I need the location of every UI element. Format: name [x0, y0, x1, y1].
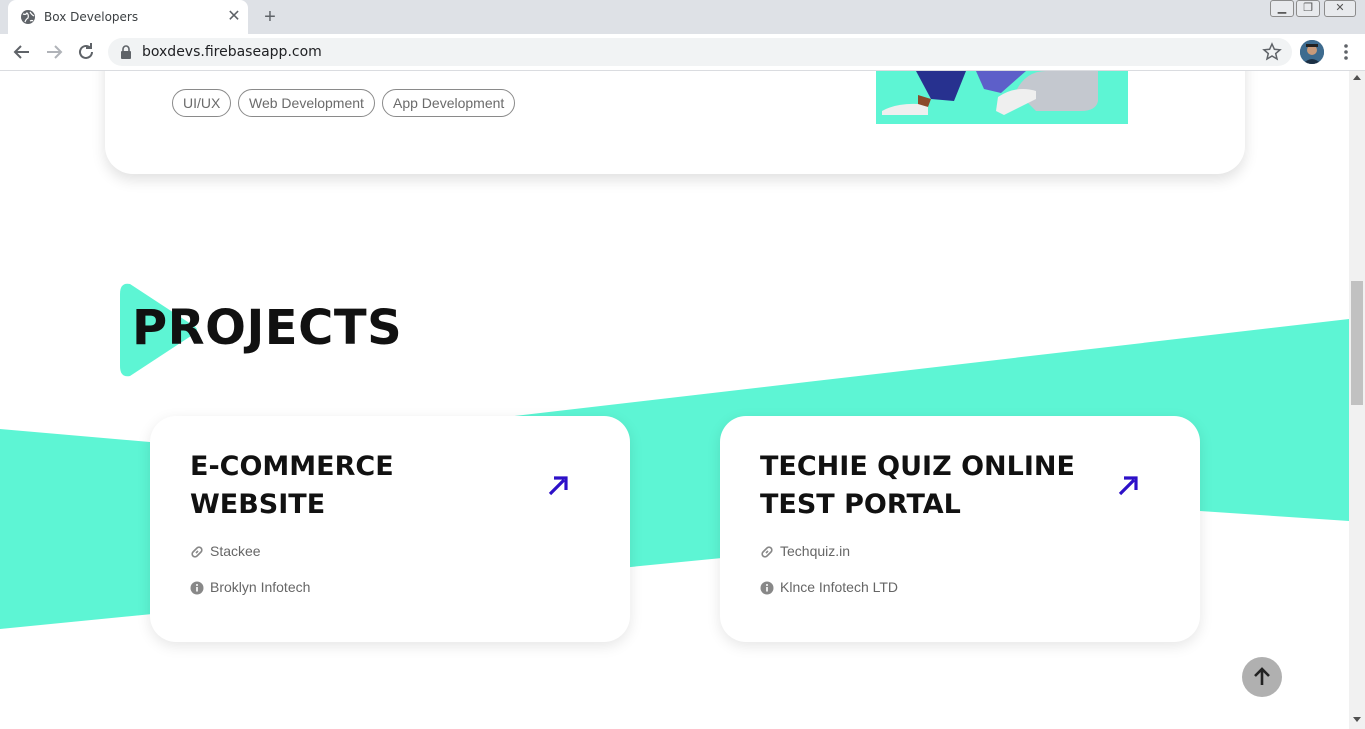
scrollbar-thumb[interactable]: [1351, 281, 1363, 405]
lock-icon: [121, 45, 131, 59]
globe-icon: [21, 10, 35, 24]
close-window-button[interactable]: ✕: [1324, 0, 1356, 17]
address-bar[interactable]: boxdevs.firebaseapp.com: [108, 38, 1292, 66]
tag-chip: App Development: [382, 89, 516, 117]
url-text: boxdevs.firebaseapp.com: [142, 44, 322, 60]
reload-icon[interactable]: [74, 40, 98, 64]
restore-button[interactable]: ❐: [1296, 0, 1320, 17]
scroll-up-arrow-icon[interactable]: [1353, 75, 1361, 80]
project-title: TECHIE QUIZ ONLINE TEST PORTAL: [760, 451, 1075, 520]
project-link-text: Stackee: [210, 543, 261, 559]
project-company-text: Klnce Infotech LTD: [780, 579, 899, 595]
bookmark-star-icon[interactable]: [1262, 42, 1282, 62]
project-company-text: Broklyn Infotech: [210, 579, 311, 595]
info-circle-icon: [190, 581, 204, 595]
minimize-button[interactable]: ▁: [1270, 0, 1294, 17]
link-icon: [761, 546, 773, 558]
new-tab-button[interactable]: +: [258, 5, 282, 29]
tag-chip: UI/UX: [172, 89, 232, 117]
back-arrow-icon[interactable]: [10, 40, 34, 64]
section-title: PROJECTS: [132, 300, 403, 356]
close-tab-icon[interactable]: ✕: [226, 7, 242, 27]
hero-illustration: [876, 71, 1128, 124]
tag-chip: Web Development: [238, 89, 375, 117]
arrow-up-icon: [1254, 667, 1270, 685]
scroll-down-arrow-icon[interactable]: [1353, 717, 1361, 722]
project-card[interactable]: E-COMMERCE WEBSITE Stackee Broklyn Infot…: [150, 416, 630, 642]
avatar-image: [1300, 40, 1324, 64]
page-scrollbar[interactable]: [1349, 71, 1365, 729]
browser-toolbar: boxdevs.firebaseapp.com: [0, 34, 1365, 71]
project-link-text: Techquiz.in: [780, 543, 851, 559]
browser-menu-icon[interactable]: [1336, 40, 1356, 64]
browser-tab[interactable]: Box Developers ✕: [8, 0, 248, 34]
info-circle-icon: [760, 581, 774, 595]
project-card[interactable]: TECHIE QUIZ ONLINE TEST PORTAL Techquiz.…: [720, 416, 1200, 642]
browser-tab-bar: Box Developers ✕ + ▁ ❐ ✕: [0, 0, 1365, 34]
link-icon: [191, 546, 203, 558]
profile-avatar[interactable]: [1300, 40, 1324, 64]
arrow-up-right-icon[interactable]: [1116, 474, 1140, 498]
project-title: E-COMMERCE WEBSITE: [190, 451, 394, 520]
back-to-top-button[interactable]: [1242, 657, 1282, 697]
tab-title: Box Developers: [44, 10, 139, 24]
forward-arrow-icon[interactable]: [42, 40, 66, 64]
page-viewport: UI/UX Web Development App Development PR…: [0, 71, 1349, 729]
arrow-up-right-icon[interactable]: [546, 474, 570, 498]
